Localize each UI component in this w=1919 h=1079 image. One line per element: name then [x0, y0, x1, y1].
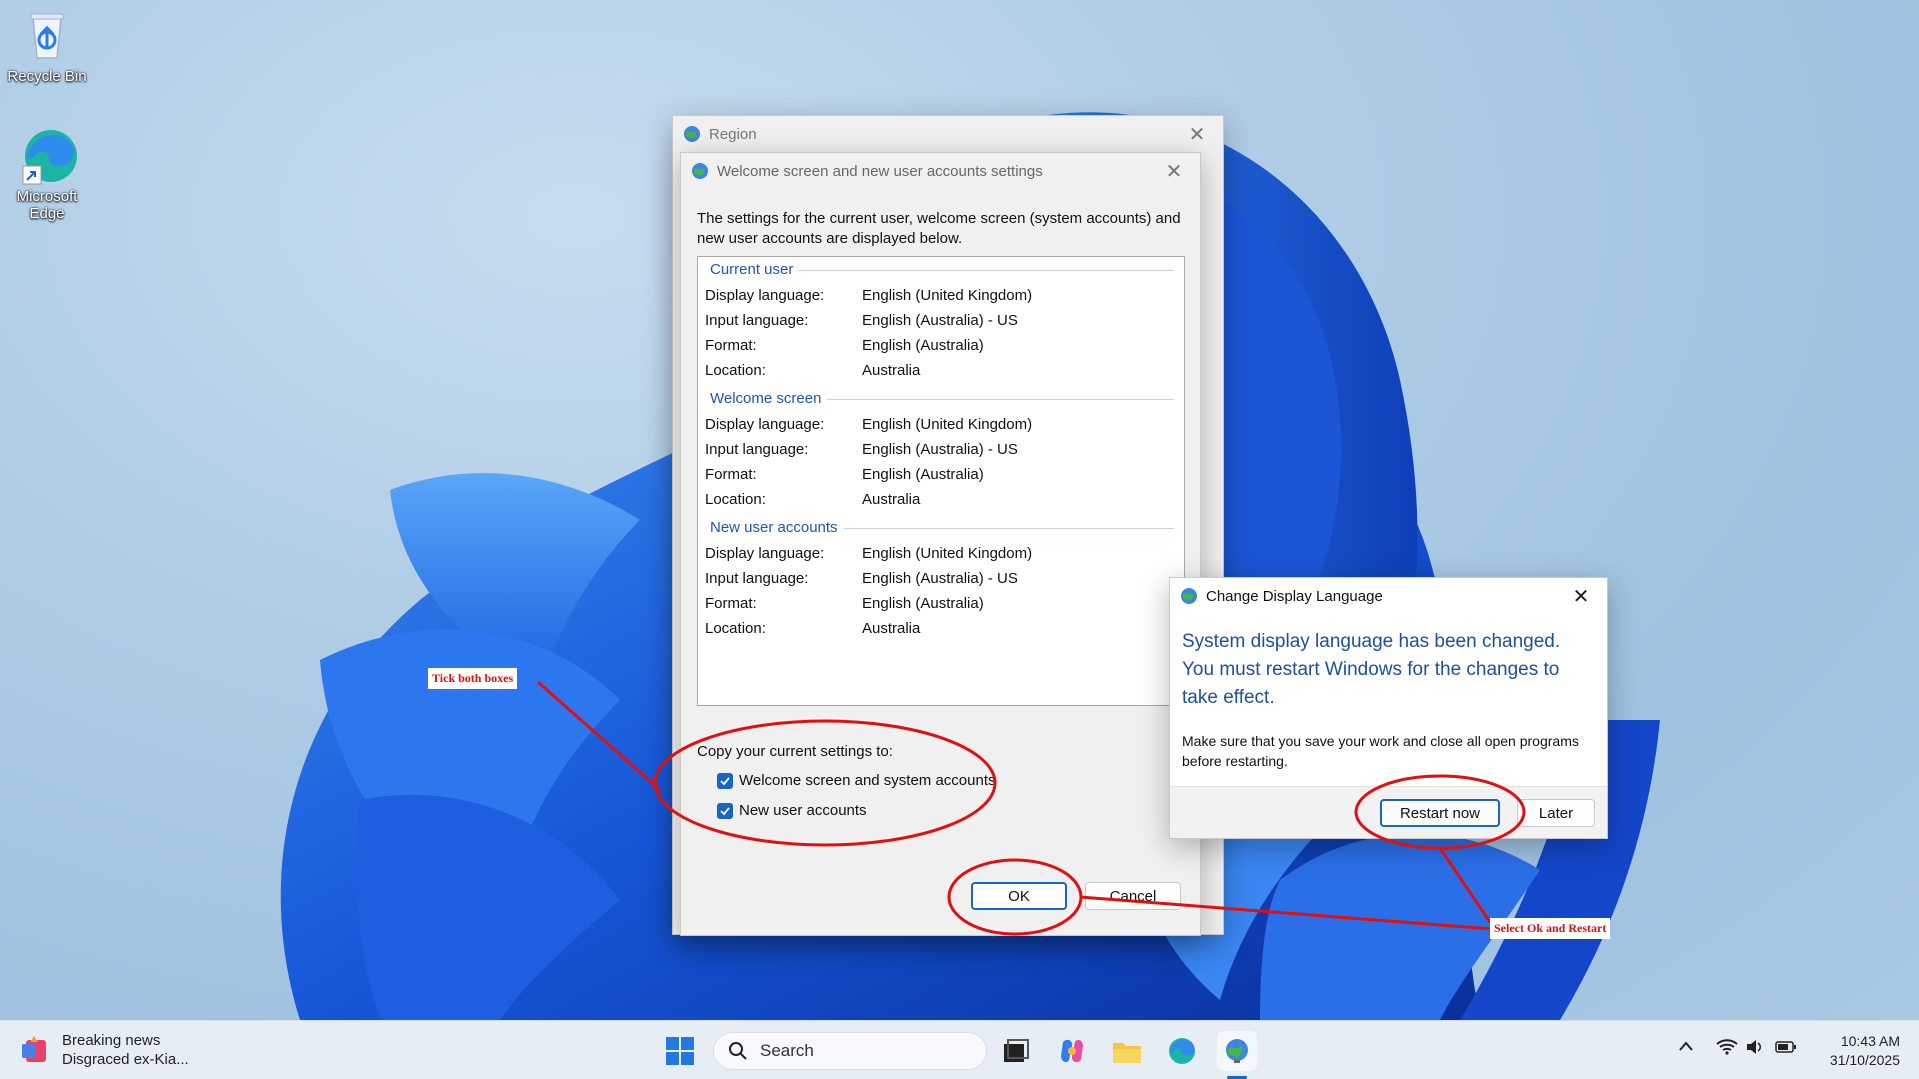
- annotation-tick-both-boxes: Tick both boxes: [428, 668, 518, 689]
- checkbox-checked-icon[interactable]: [717, 772, 733, 789]
- change-title: Change Display Language: [1206, 587, 1383, 605]
- region-titlebar[interactable]: Region: [673, 116, 1223, 152]
- search-placeholder: Search: [760, 1041, 814, 1060]
- row-label: Format:: [705, 466, 757, 483]
- region-settings-taskbar-button[interactable]: [1217, 1031, 1257, 1079]
- folder-icon: [1113, 1043, 1141, 1063]
- checkbox-label: New user accounts: [739, 802, 867, 819]
- checkbox-checked-icon[interactable]: [717, 802, 733, 819]
- row-label: Location:: [705, 362, 766, 379]
- row-value: English (Australia) - US: [862, 441, 1018, 458]
- row-value: Australia: [862, 362, 921, 379]
- edge-label: Microsoft Edge: [16, 188, 78, 222]
- file-explorer-button[interactable]: [1107, 1031, 1147, 1071]
- globe-icon: [684, 126, 700, 142]
- row-label: Format:: [705, 337, 757, 354]
- intro-text: The settings for the current user, welco…: [697, 210, 1181, 247]
- battery-button[interactable]: [1775, 1040, 1797, 1057]
- checkbox-welcome-screen[interactable]: Welcome screen and system accounts: [717, 772, 996, 789]
- change-display-language-dialog: Change Display Language ✕ System display…: [1169, 577, 1608, 839]
- news-subtitle: Disgraced ex-Kia...: [62, 1051, 189, 1068]
- row-label: Input language:: [705, 312, 809, 329]
- row-label: Display language:: [705, 416, 825, 433]
- section-heading-new-user-accounts: New user accounts: [710, 519, 844, 536]
- row-value: English (United Kingdom): [862, 416, 1033, 433]
- welcome-settings-window: Welcome screen and new user accounts set…: [680, 152, 1201, 936]
- taskbar-search-box[interactable]: Search: [713, 1032, 987, 1070]
- region-title: Region: [709, 125, 757, 143]
- checkbox-new-user-accounts[interactable]: New user accounts: [717, 802, 867, 819]
- section-heading-current-user: Current user: [710, 261, 800, 278]
- row-value: English (Australia) - US: [862, 312, 1018, 329]
- welcome-close-button[interactable]: ✕: [1156, 157, 1192, 185]
- copy-settings-label: Copy your current settings to:: [697, 743, 893, 760]
- wifi-button[interactable]: [1716, 1039, 1738, 1058]
- row-value: English (Australia): [862, 337, 984, 354]
- dialog-button-bar: Restart now Later: [1170, 786, 1607, 838]
- battery-icon: [1775, 1041, 1796, 1053]
- change-titlebar[interactable]: Change Display Language: [1170, 578, 1607, 614]
- globe-icon: [1226, 1039, 1248, 1063]
- recycle-bin-icon: [19, 8, 75, 64]
- row-label: Input language:: [705, 570, 809, 587]
- desktop-icon-microsoft-edge[interactable]: Microsoft Edge: [0, 128, 94, 222]
- windows-logo-icon: [666, 1037, 694, 1065]
- copilot-button[interactable]: [1052, 1031, 1092, 1071]
- welcome-title: Welcome screen and new user accounts set…: [717, 162, 1043, 180]
- settings-summary-box: Current user Display language: English (…: [697, 256, 1185, 706]
- row-label: Input language:: [705, 441, 809, 458]
- volume-button[interactable]: [1746, 1039, 1764, 1058]
- start-button[interactable]: [660, 1031, 700, 1071]
- search-icon: [729, 1042, 747, 1060]
- cancel-button[interactable]: Cancel: [1085, 882, 1181, 910]
- row-label: Display language:: [705, 287, 825, 304]
- row-value: Australia: [862, 491, 921, 508]
- chevron-up-icon: [1679, 1041, 1693, 1051]
- task-view-button[interactable]: [996, 1031, 1036, 1071]
- news-widget[interactable]: Breaking news Disgraced ex-Kia...: [20, 1031, 189, 1069]
- restart-message: System display language has been changed…: [1182, 631, 1561, 708]
- row-value: English (United Kingdom): [862, 545, 1033, 562]
- section-heading-welcome-screen: Welcome screen: [710, 390, 828, 407]
- show-hidden-icons-button[interactable]: [1678, 1039, 1694, 1055]
- restart-now-button[interactable]: Restart now: [1380, 799, 1500, 827]
- welcome-titlebar[interactable]: Welcome screen and new user accounts set…: [681, 153, 1200, 189]
- row-label: Format:: [705, 595, 757, 612]
- later-button[interactable]: Later: [1517, 799, 1595, 827]
- taskbar: Breaking news Disgraced ex-Kia... Search: [0, 1020, 1919, 1079]
- change-close-button[interactable]: ✕: [1563, 582, 1599, 610]
- clock[interactable]: 10:43 AM 31/10/2025: [1818, 1032, 1900, 1070]
- row-label: Location:: [705, 620, 766, 637]
- checkbox-label: Welcome screen and system accounts: [739, 772, 996, 789]
- wifi-icon: [1716, 1039, 1738, 1055]
- row-value: English (Australia): [862, 466, 984, 483]
- clock-time: 10:43 AM: [1840, 1033, 1900, 1049]
- row-value: English (United Kingdom): [862, 287, 1033, 304]
- edge-taskbar-button[interactable]: [1162, 1031, 1202, 1071]
- annotation-select-ok-restart: Select Ok and Restart: [1490, 918, 1611, 939]
- task-view-icon: [1004, 1039, 1029, 1062]
- globe-icon: [692, 163, 708, 179]
- edge-icon: [1169, 1038, 1195, 1064]
- row-value: English (Australia) - US: [862, 570, 1018, 587]
- news-title: Breaking news: [62, 1032, 161, 1049]
- ok-button[interactable]: OK: [971, 882, 1067, 910]
- globe-icon: [1181, 588, 1197, 604]
- desktop-icon-recycle-bin[interactable]: Recycle Bin: [0, 8, 94, 85]
- row-label: Location:: [705, 491, 766, 508]
- edge-icon: [19, 128, 77, 185]
- row-label: Display language:: [705, 545, 825, 562]
- recycle-bin-label: Recycle Bin: [7, 68, 87, 85]
- row-value: English (Australia): [862, 595, 984, 612]
- save-work-note: Make sure that you save your work and cl…: [1182, 733, 1579, 769]
- speaker-icon: [1747, 1040, 1761, 1054]
- region-close-button[interactable]: ✕: [1179, 120, 1215, 148]
- copilot-icon: [1061, 1039, 1083, 1063]
- clock-date: 31/10/2025: [1829, 1052, 1900, 1068]
- news-icon: [22, 1036, 46, 1062]
- row-value: Australia: [862, 620, 921, 637]
